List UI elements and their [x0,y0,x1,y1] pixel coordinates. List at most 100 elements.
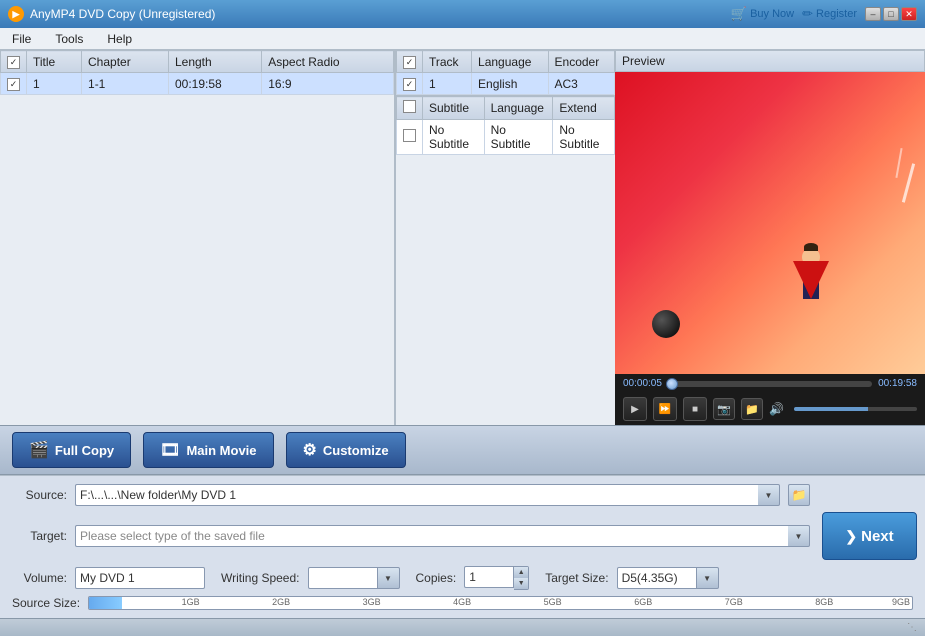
fast-forward-button[interactable]: ⏩ [653,397,677,421]
preview-time-end: 00:19:58 [878,378,917,389]
volume-label: Volume: [12,571,67,585]
size-tick-7gb: 7GB [723,597,745,607]
register-button[interactable]: ✏ Register [802,6,857,22]
speaker-icon: 🔊 [769,402,784,416]
subtitle-col-check[interactable] [397,97,423,120]
source-input[interactable] [75,484,758,506]
video-row-length: 00:19:58 [168,73,261,95]
audio-row-check[interactable] [397,73,423,95]
subtitle-row-check[interactable] [397,120,423,155]
preview-label: Preview [615,50,925,72]
subtitle-header-checkbox[interactable] [403,100,416,113]
size-tick-9gb: 9GB [890,597,912,607]
copy-toolbar: 🎬 Full Copy 🎞 Main Movie ⚙ Customize [0,425,925,475]
copies-decrement[interactable]: ▼ [514,578,528,589]
target-size-dropdown[interactable]: ▼ [697,567,719,589]
menu-tools[interactable]: Tools [51,30,87,48]
audio-col-track: Track [423,51,472,73]
folder-button[interactable]: 📁 [741,398,763,420]
video-row-aspect: 16:9 [262,73,394,95]
full-copy-icon: 🎬 [29,440,49,460]
video-row-checkbox[interactable] [7,78,20,91]
source-input-wrap: ▼ [75,484,780,506]
main-content: Title Chapter Length Aspect Radio 1 1-1 … [0,50,925,425]
video-row-check[interactable] [1,73,27,95]
writing-speed-label: Writing Speed: [221,571,300,585]
video-col-chapter: Chapter [82,51,169,73]
target-dropdown-button[interactable]: ▼ [788,525,810,547]
audio-table-container: Track Language Encoder 1 English AC3 [396,50,615,96]
app-icon: ▶ [8,6,24,22]
stop-button[interactable]: ■ [683,397,707,421]
minimize-button[interactable]: – [865,7,881,21]
source-browse-button[interactable]: 📁 [788,484,810,506]
size-tick-2gb: 2GB [270,597,292,607]
volume-row: Volume: Writing Speed: ▼ Copies: ▲ ▼ Tar… [12,566,913,590]
snapshot-button[interactable]: 📷 [713,398,735,420]
volume-slider[interactable] [794,407,917,411]
video-col-title: Title [27,51,82,73]
copies-increment[interactable]: ▲ [514,567,528,578]
next-button[interactable]: ❯ Next [822,512,917,560]
audio-row-checkbox[interactable] [403,78,416,91]
play-button[interactable]: ▶ [623,397,647,421]
video-row-chapter: 1-1 [82,73,169,95]
main-movie-button[interactable]: 🎞 Main Movie [143,432,273,468]
table-row[interactable]: No Subtitle No Subtitle No Subtitle [397,120,615,155]
close-button[interactable]: ✕ [901,7,917,21]
audio-col-check[interactable] [397,51,423,73]
full-copy-button[interactable]: 🎬 Full Copy [12,432,131,468]
app-title: AnyMP4 DVD Copy (Unregistered) [30,7,731,21]
target-size-wrap: ▼ [617,567,719,589]
video-col-aspect: Aspect Radio [262,51,394,73]
menu-file[interactable]: File [8,30,35,48]
target-size-input[interactable] [617,567,697,589]
buy-now-button[interactable]: 🛒 Buy Now [731,6,794,22]
volume-input[interactable] [75,567,205,589]
size-tick-6gb: 6GB [632,597,654,607]
audio-row-track: 1 [423,73,472,95]
resize-grip[interactable]: ⋱ [907,622,917,633]
video-header-checkbox[interactable] [7,56,20,69]
maximize-button[interactable]: □ [883,7,899,21]
audio-header-checkbox[interactable] [403,56,416,69]
right-tables: Track Language Encoder 1 English AC3 [395,50,615,425]
size-ruler: 1GB 2GB 3GB 4GB 5GB 6GB 7GB 8GB 9GB [89,597,912,609]
subtitle-col-extend: Extend [553,97,615,120]
copies-input[interactable] [464,566,514,588]
menu-help[interactable]: Help [103,30,136,48]
anime-scene [615,72,925,374]
subtitle-table-container: Subtitle Language Extend No Subtitle No … [396,96,615,425]
subtitle-row-checkbox[interactable] [403,129,416,142]
register-icon: ✏ [802,6,813,22]
subtitle-col-subtitle: Subtitle [423,97,485,120]
cart-icon: 🛒 [731,6,747,22]
target-label: Target: [12,529,67,543]
left-panel: Title Chapter Length Aspect Radio 1 1-1 … [0,50,395,425]
copies-label: Copies: [416,571,457,585]
status-bar: ⋱ [0,618,925,636]
preview-progress-bar[interactable] [668,381,872,387]
writing-speed-input[interactable] [308,567,378,589]
customize-button[interactable]: ⚙ Customize [286,432,406,468]
source-dropdown-button[interactable]: ▼ [758,484,780,506]
target-input-wrap: ▼ [75,525,810,547]
preview-progress-handle[interactable] [666,378,678,390]
size-tick-3gb: 3GB [361,597,383,607]
subtitle-row-language: No Subtitle [484,120,553,155]
preview-video [615,72,925,374]
video-col-length: Length [168,51,261,73]
target-row: Target: ▼ ❯ Next [12,512,913,560]
preview-progress: 00:00:05 00:19:58 [615,374,925,393]
video-col-check[interactable] [1,51,27,73]
audio-row-language: English [472,73,548,95]
subtitle-table: Subtitle Language Extend No Subtitle No … [396,96,615,155]
settings-area: Source: ▼ 📁 Target: ▼ ❯ Next Volume: Wri… [0,475,925,618]
writing-speed-dropdown[interactable]: ▼ [378,567,400,589]
target-input[interactable] [75,525,788,547]
video-row-title: 1 [27,73,82,95]
audio-col-encoder: Encoder [548,51,614,73]
next-arrow-icon: ❯ [845,528,857,545]
table-row[interactable]: 1 English AC3 [397,73,615,95]
table-row[interactable]: 1 1-1 00:19:58 16:9 [1,73,394,95]
